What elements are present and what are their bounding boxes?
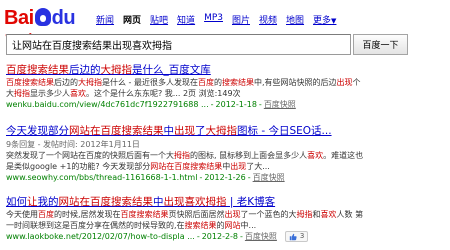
like-button[interactable]: 3: [284, 231, 309, 242]
url-separator: -: [210, 100, 214, 109]
like-count: 3: [299, 232, 305, 240]
snippet-highlight: 出现: [230, 162, 247, 171]
snippet-highlight: 百度搜索结果: [120, 210, 169, 219]
snippet-text: 显示多少人: [30, 89, 70, 98]
snippet-highlight: 拇指: [174, 151, 190, 160]
search-result: 如何让我的网站在百度搜索结果中出现喜欢拇指 | 老K博客 今天使用百度的时候,居…: [6, 196, 366, 242]
result-url-line: www.laokboke.net/2012/02/07/how-to-displ…: [6, 231, 366, 242]
nav-item-map[interactable]: 地图: [286, 13, 304, 26]
nav-item-mp3[interactable]: MP3: [204, 13, 223, 26]
title-highlight: 出现: [174, 125, 195, 137]
url-separator: -: [196, 232, 200, 241]
snippet-text: 的: [216, 221, 225, 230]
search-input[interactable]: [6, 34, 351, 55]
nav-item-web[interactable]: 网页: [123, 13, 141, 26]
snippet-highlight: 拇指: [296, 210, 313, 219]
result-snippet: 今天使用百度的时候,居然发现在百度搜索结果页快照后面居然出现了一个蓝色的大拇指和…: [6, 209, 366, 231]
url-separator: -: [258, 100, 262, 109]
url-separator: -: [199, 173, 203, 182]
snippet-text: 和: [312, 210, 321, 219]
snippet-text: 页快照后面居然: [168, 210, 225, 219]
title-highlight: 大拇指: [205, 125, 238, 137]
search-result: 百度搜索结果后边的大拇指是什么_百度文库 百度搜索结果后边的大拇指是什么 - 最…: [6, 64, 366, 110]
snippet-text: 中,有些网站快照的后边: [253, 78, 337, 87]
search-result: 今天发现部分网站在百度搜索结果中出现了大拇指图标 - 今日SEO话... 9条回…: [6, 125, 366, 183]
result-snippet: 突然发现了一个网站在百度的快照后面有一个大拇指的图标, 鼠标移到上面会显多少人喜…: [6, 150, 366, 172]
snippet-highlight: 百度搜索结果: [6, 78, 54, 87]
snippet-text: 今天使用: [6, 210, 38, 219]
title-highlight: 大拇指: [100, 64, 133, 76]
top-nav: 新闻 网页 贴吧 知道 MP3 图片 视频 地图 更多▼: [96, 13, 345, 26]
snippet-text: 是什么 - 最近很多人发现在: [102, 78, 198, 87]
logo-bai: Bai: [4, 7, 34, 29]
snippet-highlight: 网站在百度搜索结果: [150, 162, 223, 171]
nav-item-zhidao[interactable]: 知道: [177, 13, 195, 26]
nav-item-news[interactable]: 新闻: [96, 13, 114, 26]
title-highlight: 让: [27, 196, 38, 208]
title-highlight: 网站在百度搜索结果: [69, 125, 164, 137]
snippet-text: 的图标, 鼠标移到上面会显多少人: [190, 151, 308, 160]
url-separator: -: [240, 232, 243, 241]
title-highlight: 百度搜索结果: [6, 64, 69, 76]
snippet-highlight: 喜欢: [307, 151, 324, 160]
nav-more-label: 更多: [313, 16, 332, 26]
url-separator: -: [247, 173, 251, 182]
result-url: www.seowhy.com/bbs/thread-1161668-1-1.ht…: [6, 173, 198, 182]
snippet-text: 了大...: [246, 162, 270, 171]
paw-icon: [34, 8, 51, 26]
snippet-highlight: 搜索结果: [221, 78, 254, 87]
result-url: www.laokboke.net/2012/02/07/how-to-displ…: [6, 232, 195, 241]
snippet-highlight: 喜欢: [70, 89, 86, 98]
result-title[interactable]: 如何让我的网站在百度搜索结果中出现喜欢拇指 | 老K博客: [6, 196, 366, 209]
result-title[interactable]: 百度搜索结果后边的大拇指是什么_百度文库: [6, 64, 366, 77]
thumbs-up-icon: [289, 233, 297, 240]
cache-link[interactable]: 百度快照: [253, 172, 285, 183]
snippet-highlight: 网站: [224, 221, 241, 230]
nav-item-video[interactable]: 视频: [259, 13, 277, 26]
baidu-logo[interactable]: Baidu百度: [4, 4, 86, 53]
snippet-text: 的: [213, 78, 222, 87]
result-date: 2012-1-18: [215, 100, 257, 109]
nav-item-tieba[interactable]: 贴吧: [150, 13, 168, 26]
snippet-text: 的时候,居然发现在: [54, 210, 121, 219]
snippet-highlight: 出现: [224, 210, 241, 219]
result-url-line: wenku.baidu.com/view/4dc761dc7f192279168…: [6, 99, 366, 110]
snippet-text: 中...: [240, 221, 257, 230]
snippet-highlight: 搜索结果: [184, 221, 217, 230]
result-date: 2012-2-8: [201, 232, 239, 241]
snippet-text: 后边的: [54, 78, 78, 87]
snippet-highlight: 拇指: [14, 89, 30, 98]
snippet-text: 了一个蓝色的大: [240, 210, 297, 219]
snippet-highlight: 喜欢: [320, 210, 337, 219]
snippet-highlight: 百度: [197, 78, 214, 87]
result-url: wenku.baidu.com/view/4dc761dc7f192279168…: [6, 100, 209, 109]
snippet-text: 。这个是什么东东呢? 我... 2页 浏览:149次: [86, 89, 241, 98]
nav-item-more[interactable]: 更多▼: [313, 13, 336, 26]
result-snippet: 百度搜索结果后边的大拇指是什么 - 最近很多人发现在百度的搜索结果中,有些网站快…: [6, 77, 366, 99]
cache-link[interactable]: 百度快照: [264, 99, 296, 110]
title-highlight: 网站在百度搜索结果: [58, 196, 154, 208]
nav-item-images[interactable]: 图片: [232, 13, 250, 26]
title-highlight: 出现喜欢拇指: [163, 196, 227, 208]
cache-link[interactable]: 百度快照: [245, 231, 277, 242]
snippet-text: 突然发现了一个网站在百度的快照后面有一个大: [6, 151, 174, 160]
search-button[interactable]: 百度一下: [353, 34, 408, 55]
result-meta: 9条回复 - 发帖时间: 2012年1月11日: [6, 140, 140, 149]
chevron-down-icon: ▼: [331, 17, 337, 25]
result-title[interactable]: 今天发现部分网站在百度搜索结果中出现了大拇指图标 - 今日SEO话...: [6, 125, 366, 138]
result-url-line: www.seowhy.com/bbs/thread-1161668-1-1.ht…: [6, 172, 366, 183]
logo-du: du: [51, 7, 76, 29]
snippet-highlight: 百度: [38, 210, 54, 219]
snippet-highlight: 大拇指: [78, 78, 102, 87]
snippet-highlight: 出现: [336, 78, 353, 87]
result-date: 2012-1-26: [204, 173, 246, 182]
